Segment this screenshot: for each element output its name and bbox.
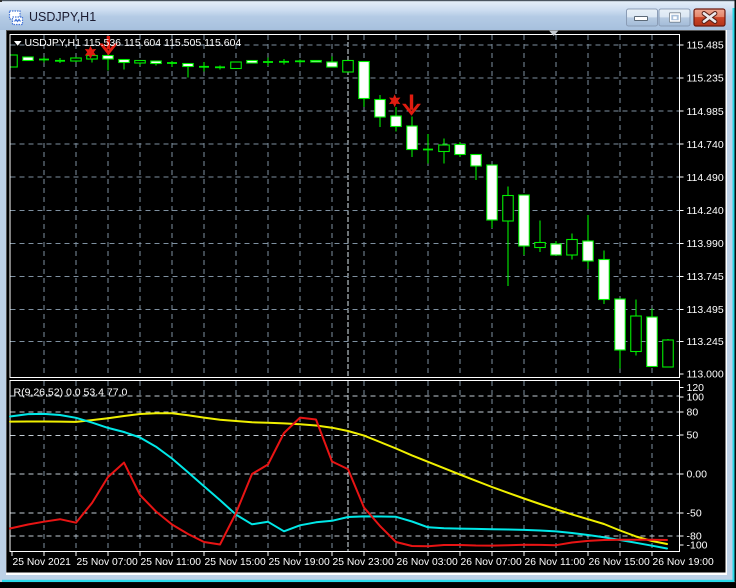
svg-text:114.985: 114.985 [687, 106, 724, 118]
svg-text:113.495: 113.495 [687, 304, 724, 316]
svg-text:26 Nov 15:00: 26 Nov 15:00 [589, 557, 651, 568]
svg-text:113.000: 113.000 [687, 369, 724, 381]
svg-text:USDJPY,H1: USDJPY,H1 [29, 10, 96, 24]
svg-text:25 Nov 11:00: 25 Nov 11:00 [141, 557, 202, 568]
svg-text:26 Nov 03:00: 26 Nov 03:00 [397, 557, 459, 568]
svg-text:25 Nov 07:00: 25 Nov 07:00 [77, 557, 139, 568]
svg-text:25 Nov 19:00: 25 Nov 19:00 [269, 557, 331, 568]
svg-text:-100: -100 [687, 540, 708, 552]
svg-text:25 Nov 23:00: 25 Nov 23:00 [333, 557, 395, 568]
svg-text:100: 100 [687, 392, 705, 404]
svg-text:50: 50 [687, 430, 699, 442]
svg-text:115.485: 115.485 [687, 40, 724, 52]
svg-text:26 Nov 07:00: 26 Nov 07:00 [461, 557, 523, 568]
svg-text:80: 80 [687, 407, 699, 419]
svg-text:114.740: 114.740 [687, 139, 724, 151]
svg-text:114.240: 114.240 [687, 205, 724, 217]
svg-text:114.490: 114.490 [687, 172, 724, 184]
svg-text:-50: -50 [687, 508, 702, 520]
svg-text:113.245: 113.245 [687, 336, 724, 348]
svg-text:R(9,26,52) 0.0 53.4 77.0: R(9,26,52) 0.0 53.4 77.0 [14, 387, 128, 399]
svg-text:113.745: 113.745 [687, 271, 724, 283]
svg-text:26 Nov 11:00: 26 Nov 11:00 [525, 557, 586, 568]
svg-text:115.235: 115.235 [687, 73, 724, 85]
svg-text:26 Nov 19:00: 26 Nov 19:00 [653, 557, 715, 568]
svg-text:USDJPY,H1 115.536 115.604 115.: USDJPY,H1 115.536 115.604 115.505 115.60… [25, 37, 242, 49]
svg-text:0.00: 0.00 [687, 469, 708, 481]
svg-text:25 Nov 15:00: 25 Nov 15:00 [205, 557, 267, 568]
svg-text:113.990: 113.990 [687, 238, 724, 250]
svg-text:25 Nov 2021: 25 Nov 2021 [13, 557, 72, 568]
